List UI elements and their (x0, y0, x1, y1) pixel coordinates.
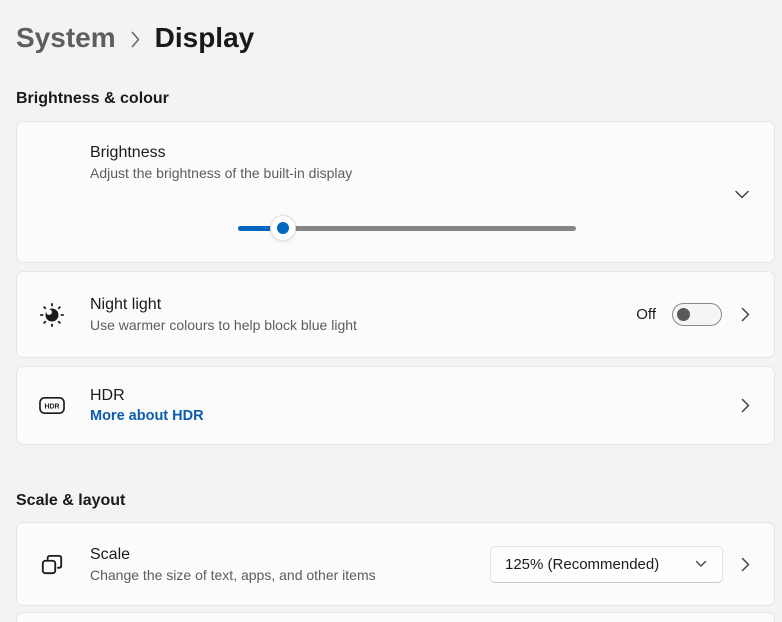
breadcrumb: System Display (16, 14, 782, 62)
night-light-subtitle: Use warmer colours to help block blue li… (90, 317, 357, 334)
brightness-slider-thumb[interactable] (270, 215, 296, 241)
scale-dropdown-value: 125% (Recommended) (505, 556, 659, 573)
scale-subtitle: Change the size of text, apps, and other… (90, 567, 376, 584)
brightness-title: Brightness (90, 143, 352, 162)
night-light-chevron-right-icon[interactable] (741, 307, 750, 322)
breadcrumb-chevron-icon (130, 30, 141, 49)
brightness-card[interactable]: Brightness Adjust the brightness of the … (16, 121, 775, 263)
scale-icon (39, 551, 65, 577)
night-light-toggle-label: Off (636, 306, 656, 323)
breadcrumb-display: Display (155, 22, 255, 54)
hdr-card[interactable]: HDR HDR More about HDR (16, 366, 775, 445)
scale-title: Scale (90, 545, 376, 564)
brightness-subtitle: Adjust the brightness of the built-in di… (90, 165, 352, 182)
night-light-toggle[interactable] (672, 303, 722, 326)
brightness-expander-chevron-down-icon[interactable] (734, 186, 750, 202)
night-light-title: Night light (90, 295, 357, 314)
hdr-title: HDR (90, 386, 204, 405)
night-light-icon (39, 302, 65, 328)
scale-card[interactable]: Scale Change the size of text, apps, and… (16, 522, 775, 606)
breadcrumb-system[interactable]: System (16, 22, 116, 54)
next-card-partial[interactable] (16, 612, 775, 622)
scale-dropdown-chevron-down-icon (695, 560, 707, 568)
section-header-brightness-colour: Brightness & colour (16, 89, 782, 108)
scale-dropdown[interactable]: 125% (Recommended) (490, 546, 723, 583)
night-light-toggle-knob (677, 308, 690, 321)
brightness-slider[interactable] (238, 215, 576, 242)
scale-chevron-right-icon[interactable] (741, 557, 750, 572)
brightness-slider-thumb-dot (277, 222, 289, 234)
section-header-scale-layout: Scale & layout (16, 491, 782, 510)
night-light-card[interactable]: Night light Use warmer colours to help b… (16, 271, 775, 358)
hdr-chevron-right-icon[interactable] (741, 398, 750, 413)
hdr-more-link[interactable]: More about HDR (90, 408, 204, 425)
hdr-badge-icon: HDR (39, 393, 65, 419)
hdr-badge-text: HDR (45, 403, 60, 410)
